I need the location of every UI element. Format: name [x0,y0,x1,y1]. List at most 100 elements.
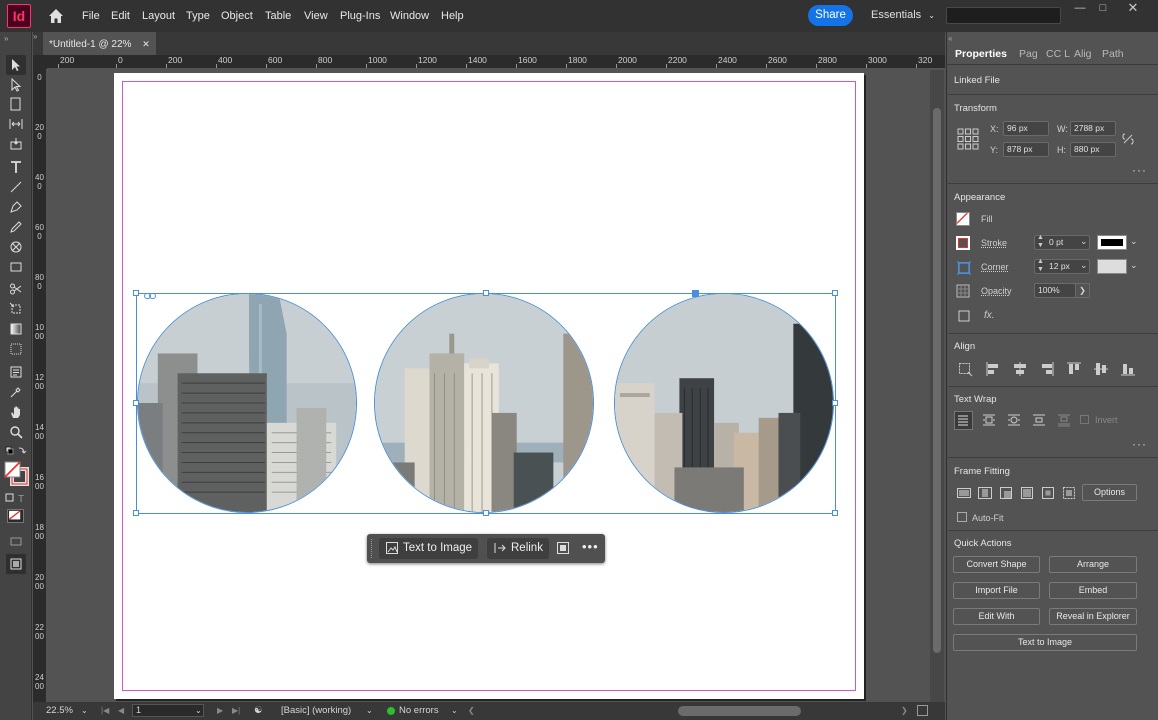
corner-label[interactable]: Corner [981,262,1009,272]
first-page-icon[interactable]: |◀ [101,702,109,720]
page-tool-icon[interactable] [6,94,26,114]
corner-options-icon[interactable] [956,260,972,276]
gradient-tool-icon[interactable] [6,319,26,339]
tab-document[interactable]: *Untitled-1 @ 22% ✕ [43,32,156,55]
link-chain-icon[interactable] [144,290,156,299]
handle-top-left[interactable] [133,290,139,296]
stroke-stepper-icon[interactable]: ▲ ▼ [1037,234,1044,250]
panel-expand-icon[interactable]: « [948,34,952,43]
reveal-in-explorer-button[interactable]: Reveal in Explorer [1049,608,1137,625]
errors-dropdown-icon[interactable]: ⌄ [451,702,458,720]
handle-bottom-right[interactable] [832,510,838,516]
ruler-origin[interactable] [33,55,47,69]
handle-middle-right[interactable] [832,400,838,406]
tab-pages[interactable]: Pag [1019,44,1038,64]
arrange-button[interactable]: Arrange [1049,556,1137,573]
gradient-feather-tool-icon[interactable] [6,339,26,359]
menu-window[interactable]: Window [390,0,429,32]
menu-edit[interactable]: Edit [111,0,130,32]
profile-dropdown-icon[interactable]: ⌄ [366,702,373,720]
screen-mode-icon[interactable] [6,554,26,574]
stroke-type-dropdown-icon[interactable]: ⌄ [1130,236,1138,247]
menu-table[interactable]: Table [265,0,291,32]
last-page-icon[interactable]: ▶| [232,702,240,720]
page-dropdown-icon[interactable]: ⌄ [195,702,202,720]
fit-content-proportionally-icon[interactable] [977,485,993,501]
formatting-container-icon[interactable]: T [4,488,28,508]
fill-stroke-swatch-icon[interactable] [3,460,29,486]
workspace-switcher[interactable]: Essentials ⌄ [871,0,935,32]
vertical-ruler[interactable]: 0 200 400 600 800 1000 1200 1400 1600 1800 2000 220… [33,69,47,702]
wrap-object-shape-icon[interactable] [1006,412,1022,428]
close-tab-icon[interactable]: ✕ [142,39,150,49]
tab-pathfinder[interactable]: Path [1102,44,1124,64]
frame-icon[interactable] [957,309,971,323]
opacity-field[interactable]: 100% [1034,283,1076,298]
fill-frame-proportionally-icon[interactable] [956,485,972,501]
edit-with-button[interactable]: Edit With [953,608,1040,625]
close-icon[interactable]: ✕ [1123,0,1143,16]
align-bottom-icon[interactable] [1120,361,1136,377]
pen-tool-icon[interactable] [6,197,26,217]
more-options-icon[interactable]: ••• [582,539,599,554]
corner-shape-select[interactable] [1097,259,1127,274]
handle-middle-left[interactable] [133,400,139,406]
gap-tool-icon[interactable] [6,114,26,134]
hand-tool-icon[interactable] [6,402,26,422]
stroke-weight-dropdown-icon[interactable]: ⌄ [1080,236,1088,247]
share-button[interactable]: Share [808,5,853,26]
fit-content-to-frame-icon[interactable] [1019,485,1035,501]
invert-checkbox[interactable] [1080,415,1089,424]
collapse-icon[interactable]: » [4,34,8,43]
import-file-button[interactable]: Import File [953,582,1040,599]
constrain-proportions-icon[interactable] [1120,131,1136,147]
relink-button[interactable]: Relink [487,538,549,559]
align-to-selection-icon[interactable] [957,361,973,377]
no-text-wrap-icon[interactable] [954,411,973,430]
rectangle-tool-icon[interactable] [6,257,26,277]
align-right-icon[interactable] [1039,361,1055,377]
wrap-bounding-box-icon[interactable] [981,412,997,428]
effects-fx-button[interactable]: fx. [984,310,995,321]
previous-page-icon[interactable]: ◀ [118,702,124,720]
zoom-tool-icon[interactable] [6,422,26,442]
split-window-icon[interactable] [917,705,928,716]
apply-none-icon[interactable] [7,509,24,523]
embed-button[interactable]: Embed [1049,582,1137,599]
handle-top-right[interactable] [832,290,838,296]
align-horizontal-center-icon[interactable] [1012,361,1028,377]
jump-object-icon[interactable] [1031,412,1047,428]
tab-cc-libraries[interactable]: CC L [1046,44,1070,64]
horizontal-ruler[interactable]: 200 0 200 400 600 800 1000 1200 1400 1600 1800 2000… [33,55,945,69]
menu-type[interactable]: Type [186,0,210,32]
align-vertical-center-icon[interactable] [1093,361,1109,377]
selection-bounding-box[interactable] [136,293,836,514]
zoom-level[interactable]: 22.5% [46,702,73,720]
align-top-icon[interactable] [1066,361,1082,377]
stroke-swatch-icon[interactable] [956,236,970,250]
pencil-tool-icon[interactable] [6,217,26,237]
text-to-image-panel-button[interactable]: Text to Image [953,634,1137,651]
jump-to-next-column-icon[interactable] [1056,412,1072,428]
corner-radius-dropdown-icon[interactable]: ⌄ [1080,260,1088,271]
vertical-scrollbar-thumb[interactable] [933,108,941,653]
scissors-tool-icon[interactable] [6,279,26,299]
handle-bottom-left[interactable] [133,510,139,516]
type-tool-icon[interactable] [6,157,26,177]
text-to-image-button[interactable]: Text to Image [379,538,479,559]
align-left-icon[interactable] [985,361,1001,377]
fit-content-icon[interactable] [556,541,570,555]
transform-more-icon[interactable]: ··· [1132,163,1147,177]
zoom-dropdown-icon[interactable]: ⌄ [81,702,88,720]
view-mode-icon[interactable] [6,531,26,551]
scroll-left-icon[interactable]: ❮ [468,702,475,720]
preflight-errors[interactable]: No errors [399,702,439,720]
corner-stepper-icon[interactable]: ▲ ▼ [1037,258,1044,274]
tab-properties[interactable]: Properties [955,44,1007,64]
stroke-label[interactable]: Stroke [981,238,1007,248]
page-number-field[interactable]: 1 [132,704,204,717]
scroll-right-icon[interactable]: ❯ [901,702,908,720]
handle-top-center[interactable] [483,290,489,296]
line-tool-icon[interactable] [6,177,26,197]
horizontal-scrollbar-thumb[interactable] [678,706,801,716]
